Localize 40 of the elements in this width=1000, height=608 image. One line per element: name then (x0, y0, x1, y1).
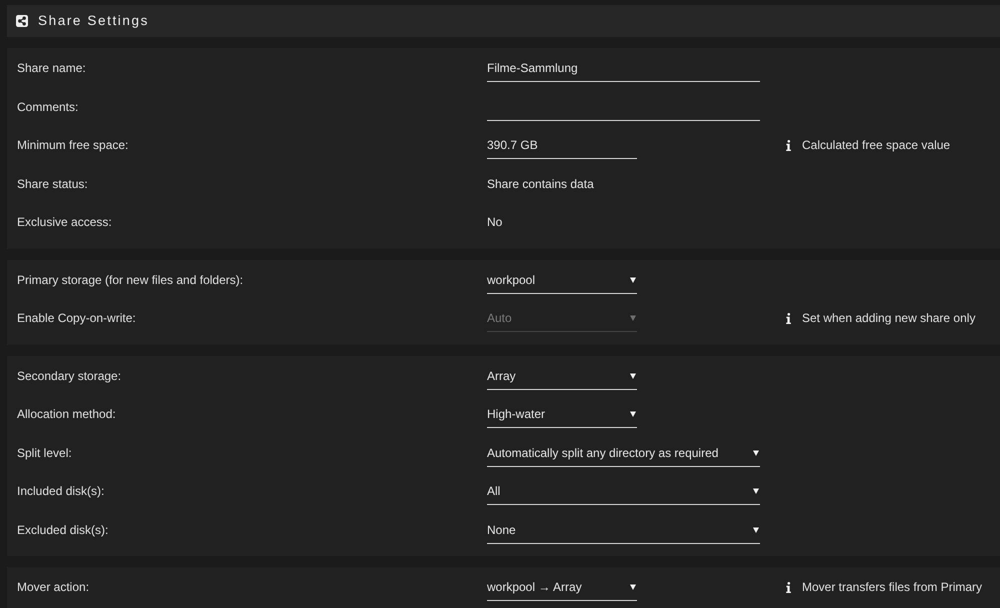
field-label: Excluded disk(s): (17, 522, 110, 538)
info-icon (786, 582, 791, 592)
text-field[interactable]: Filme-Sammlung (487, 58, 760, 82)
dropdown[interactable]: Array (487, 366, 637, 390)
field-label: Minimum free space: (17, 137, 130, 154)
field-label: Exclusive access: (17, 214, 113, 231)
caret-icon (753, 526, 759, 532)
caret-icon (630, 584, 636, 590)
caret-icon (753, 488, 759, 494)
field-label: Included disk(s): (17, 483, 106, 500)
field-label: Mover action: (17, 579, 90, 596)
info-icon (786, 140, 791, 150)
info-icon (786, 312, 791, 324)
field-label: Secondary storage: (17, 368, 122, 384)
field-label: Comments: (17, 98, 80, 116)
field-label: Enable Copy-on-write: (17, 310, 137, 327)
caret-icon (753, 450, 759, 456)
text-field[interactable]: 390.7 GB (487, 135, 637, 159)
field-value: No (487, 214, 504, 231)
dropdown[interactable]: High-water (487, 404, 637, 428)
field-value: Share contains data (487, 176, 595, 192)
caret-icon (630, 315, 636, 321)
dropdown[interactable]: None (487, 520, 760, 544)
dropdown[interactable]: Automatically split any directory as required (487, 442, 760, 466)
help-text: Calculated free space value (802, 137, 950, 154)
caret-icon (630, 411, 636, 417)
field-label: Share name: (17, 60, 87, 77)
dropdown[interactable]: workpool (487, 270, 637, 294)
dropdown[interactable]: workpool → Array (487, 577, 637, 601)
caret-icon (630, 372, 636, 378)
caret-icon (630, 276, 636, 282)
share-icon (16, 15, 28, 27)
help-text: Mover transfers files from Primary (802, 579, 982, 596)
dropdown[interactable]: All (487, 481, 760, 505)
field-label: Share status: (17, 176, 89, 192)
field-label: Split level: (17, 444, 73, 462)
panel-title: Share Settings (38, 12, 149, 30)
help-text: Set when adding new share only (802, 310, 976, 327)
field-label: Primary storage (for new files and folders): (17, 272, 244, 288)
field-label: Allocation method: (17, 406, 117, 423)
